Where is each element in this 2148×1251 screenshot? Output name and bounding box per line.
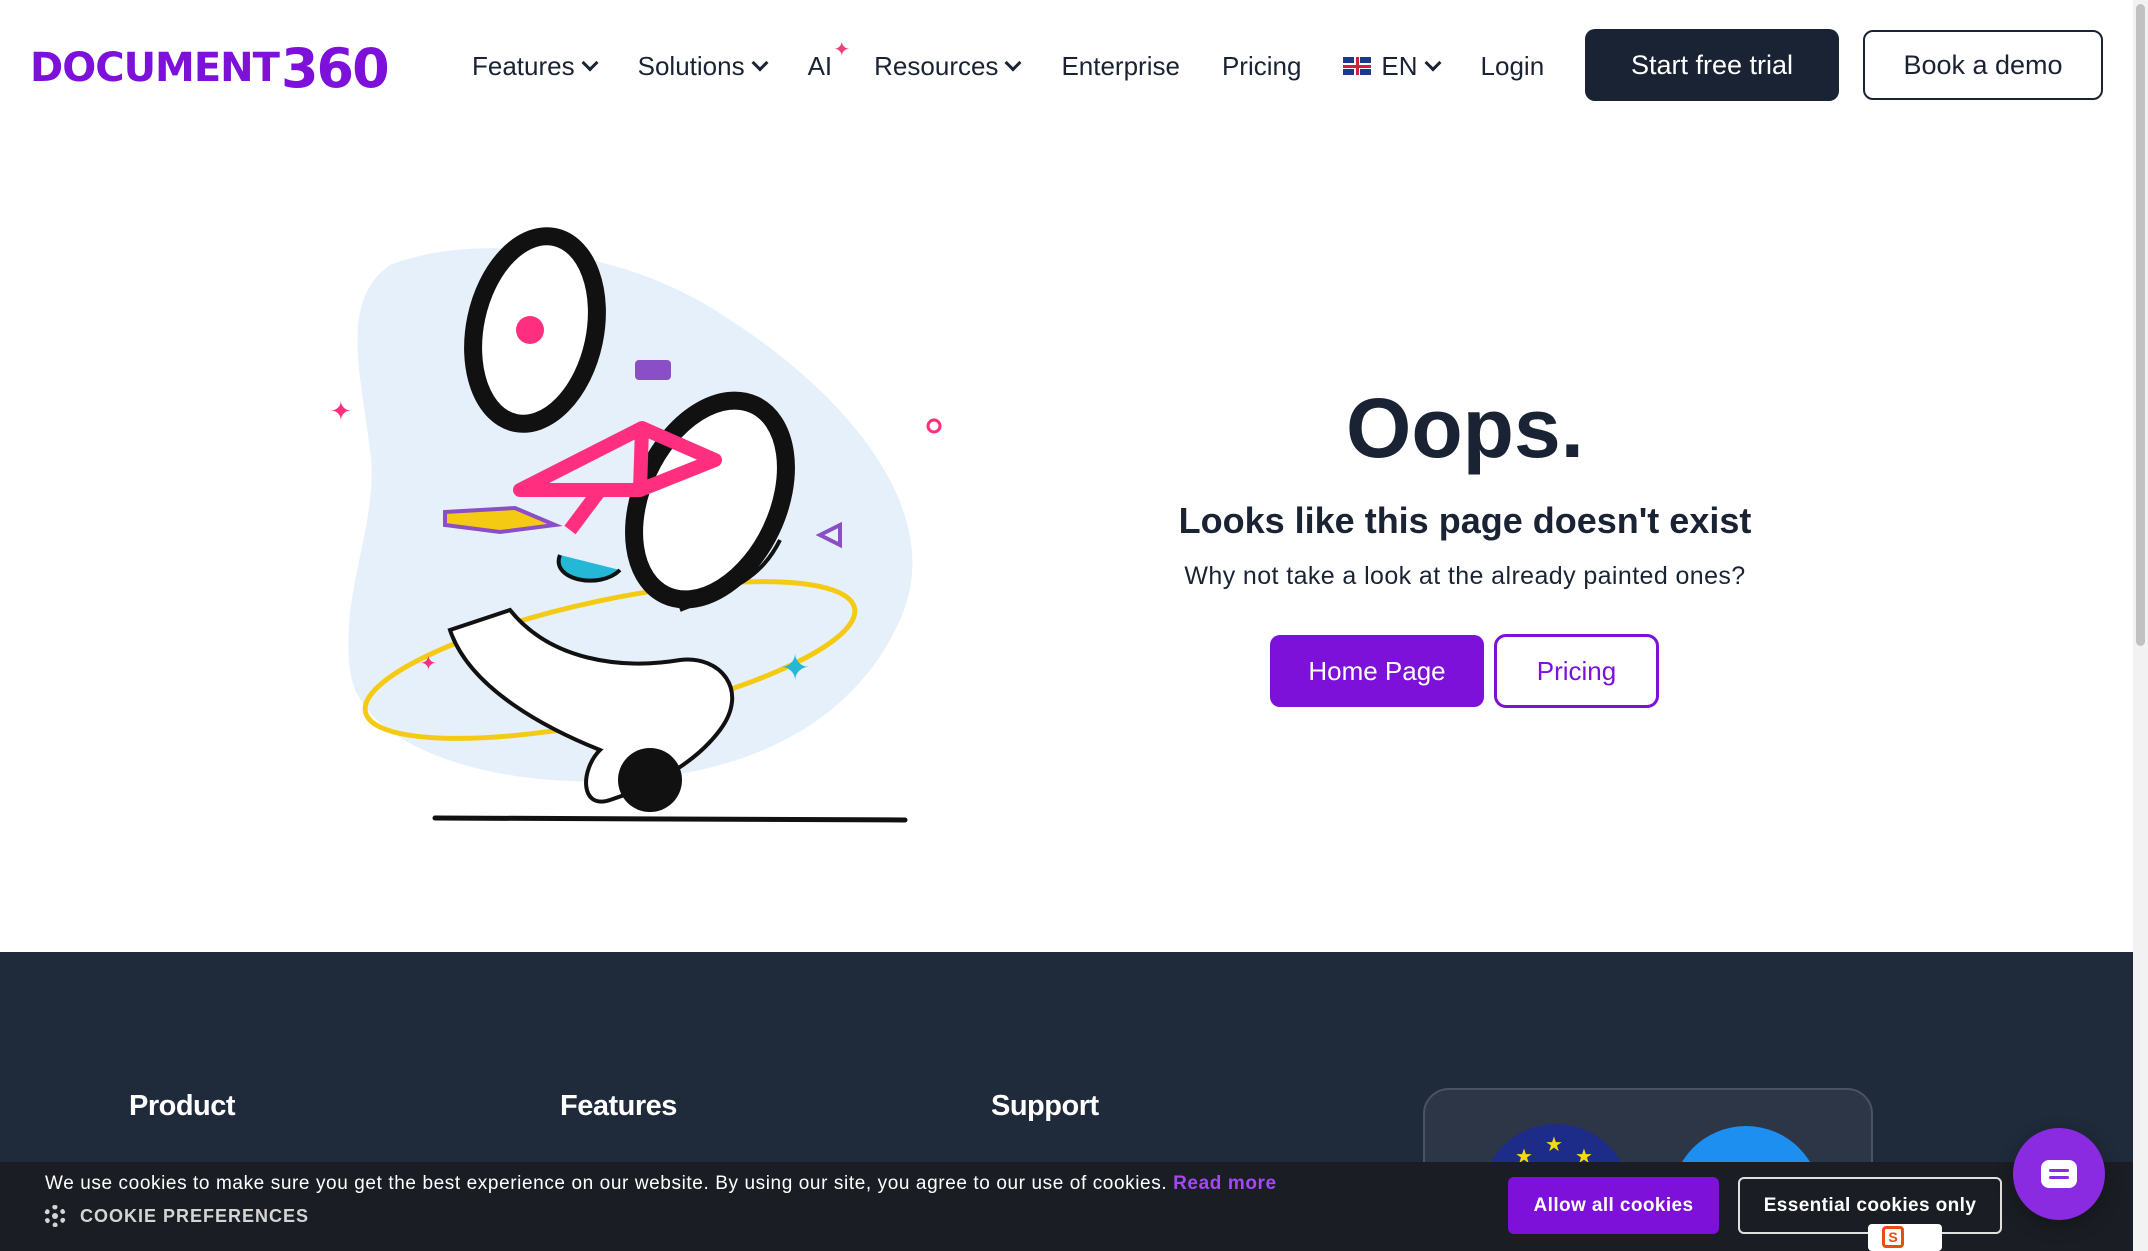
nav-solutions-label: Solutions xyxy=(637,50,745,81)
chevron-down-icon xyxy=(751,54,769,72)
allow-all-cookies-button[interactable]: Allow all cookies xyxy=(1508,1177,1719,1234)
error-description: Why not take a look at the already paint… xyxy=(1184,562,1746,590)
nav-enterprise[interactable]: Enterprise xyxy=(1061,51,1180,82)
nav-features-label: Features xyxy=(472,50,575,81)
footer-heading-features: Features xyxy=(560,1090,677,1122)
nav-resources[interactable]: Resources xyxy=(874,50,1022,82)
site-header: DOCUMENT 360 Features Solutions AI ✦ Res… xyxy=(0,0,2133,132)
star-icon: ★ xyxy=(1545,1134,1563,1156)
cookie-preferences-button[interactable]: COOKIE PREFERENCES xyxy=(44,1205,309,1227)
chevron-down-icon xyxy=(1004,54,1022,72)
footer-heading-support: Support xyxy=(991,1090,1099,1122)
nav-solutions[interactable]: Solutions xyxy=(637,50,769,82)
sparkle-deco: ✦ xyxy=(330,396,352,426)
sparkle-deco: ✦ xyxy=(780,647,810,688)
pricing-button[interactable]: Pricing xyxy=(1494,634,1659,708)
page: DOCUMENT 360 Features Solutions AI ✦ Res… xyxy=(0,0,2148,1251)
nav-enterprise-label: Enterprise xyxy=(1061,50,1180,81)
page-scrollbar[interactable] xyxy=(2133,0,2148,1251)
language-label: EN xyxy=(1381,50,1418,81)
language-selector[interactable]: EN xyxy=(1343,50,1442,82)
nav-features[interactable]: Features xyxy=(472,50,599,82)
start-free-trial-button[interactable]: Start free trial xyxy=(1585,29,1839,101)
chevron-down-icon xyxy=(1424,54,1442,72)
nav-ai[interactable]: AI ✦ xyxy=(807,39,851,82)
rider-head xyxy=(618,748,682,812)
bike-seat xyxy=(635,360,671,380)
logo-word: DOCUMENT xyxy=(30,45,280,91)
chevron-down-icon xyxy=(581,54,599,72)
document360-logo[interactable]: DOCUMENT 360 xyxy=(30,36,398,100)
fallen-cyclist-illustration: ✦ ✦ ✦ xyxy=(330,227,942,823)
cookie-message: We use cookies to make sure you get the … xyxy=(45,1173,1277,1195)
ground-line xyxy=(432,815,908,823)
gear-icon xyxy=(44,1205,66,1227)
cookie-preferences-label: COOKIE PREFERENCES xyxy=(80,1205,310,1226)
footer-heading-product: Product xyxy=(129,1090,236,1122)
chat-bubble-icon xyxy=(2041,1160,2077,1188)
dot-deco xyxy=(926,418,942,434)
error-subtitle: Looks like this page doesn't exist xyxy=(1178,500,1752,541)
widget-logo-icon: S xyxy=(1882,1226,1904,1248)
logo-number: 360 xyxy=(280,36,390,100)
read-more-link[interactable]: Read more xyxy=(1173,1173,1277,1194)
wheel-hub-top xyxy=(516,316,544,344)
sparkle-deco: ✦ xyxy=(420,653,437,675)
nav-pricing-label: Pricing xyxy=(1221,50,1302,81)
home-page-button[interactable]: Home Page xyxy=(1270,635,1484,707)
sparkle-icon: ✦ xyxy=(833,38,851,61)
book-demo-button[interactable]: Book a demo xyxy=(1863,30,2103,100)
nav-resources-label: Resources xyxy=(874,50,999,81)
scrollbar-thumb[interactable] xyxy=(2136,4,2145,646)
nav-ai-label: AI xyxy=(807,50,833,81)
nav-pricing[interactable]: Pricing xyxy=(1222,51,1301,82)
nav-login[interactable]: Login xyxy=(1481,51,1545,82)
uk-flag-icon xyxy=(1343,57,1372,75)
chat-launcher-button[interactable] xyxy=(2013,1128,2105,1220)
cookie-message-text: We use cookies to make sure you get the … xyxy=(45,1173,1168,1194)
error-title: Oops. xyxy=(1345,381,1584,475)
badge-widget: S xyxy=(1868,1224,1942,1251)
nav-login-label: Login xyxy=(1480,50,1545,81)
main-nav: Features Solutions AI ✦ Resources Enterp… xyxy=(472,39,1586,92)
